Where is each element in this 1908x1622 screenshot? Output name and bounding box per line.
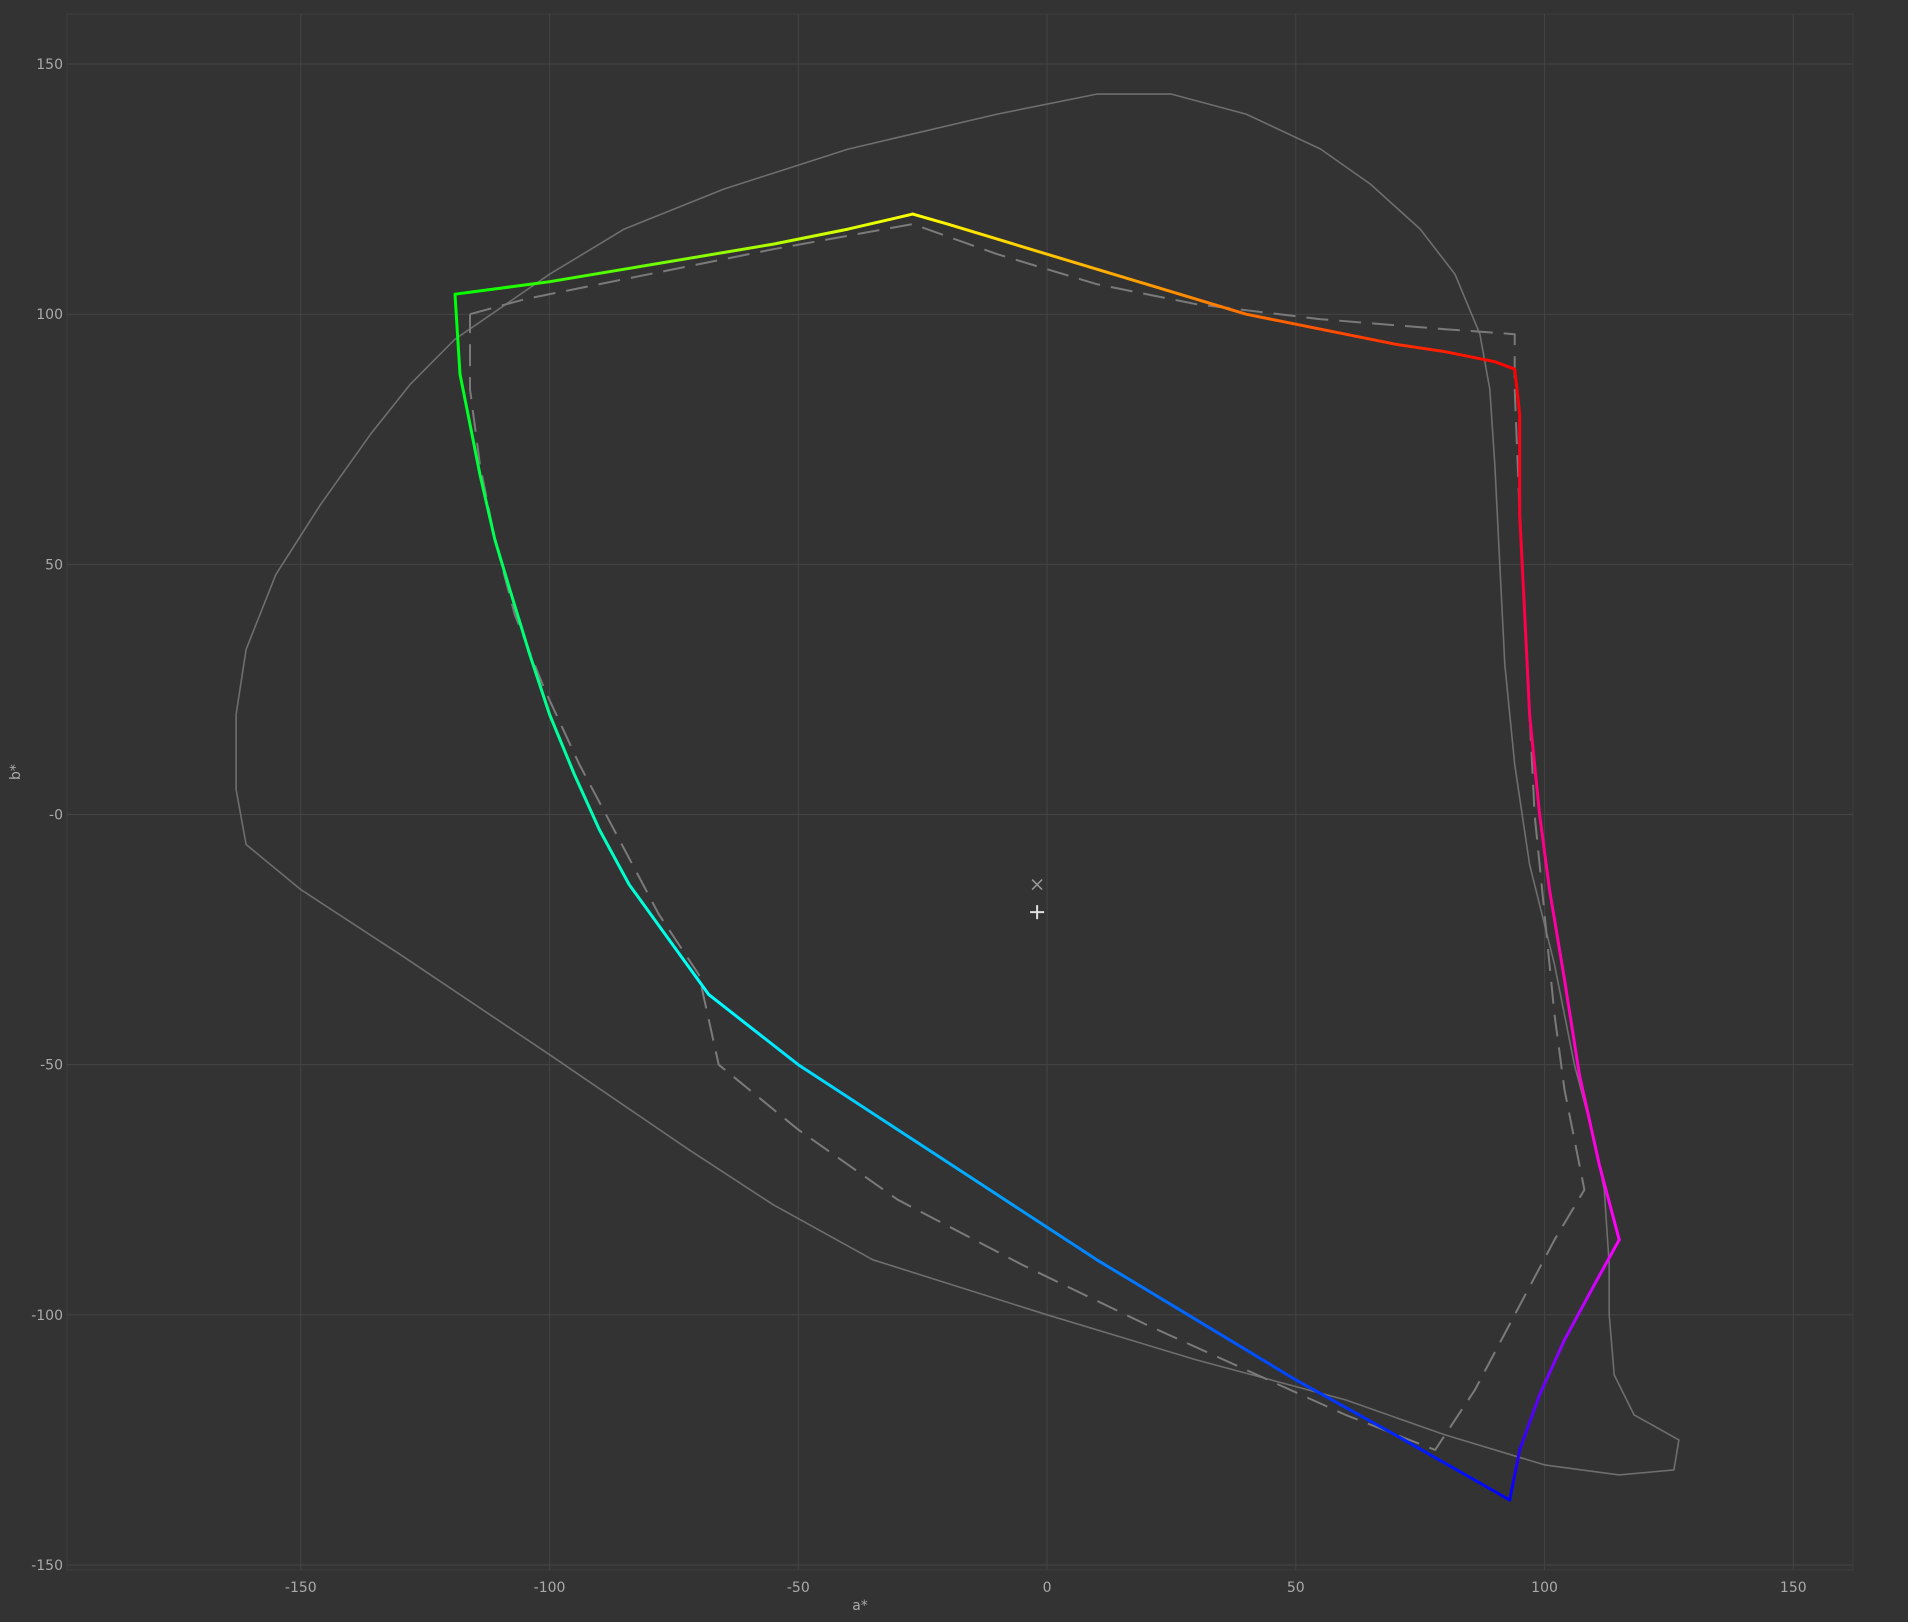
chart: -150 -100 -50 0 50 100 150 150 100 50 -0 -50 -100 -1… <box>0 0 1908 1622</box>
x-tick-label: -50 <box>787 1580 810 1596</box>
y-axis-label: b* <box>8 764 24 780</box>
x-axis-label: a* <box>852 1598 868 1614</box>
x-tick-label: 100 <box>1531 1580 1558 1596</box>
y-tick-label: -150 <box>31 1558 63 1574</box>
x-tick-label: 50 <box>1287 1580 1305 1596</box>
y-tick-label: 150 <box>36 57 63 73</box>
y-tick-label: 50 <box>45 557 63 573</box>
chart-background <box>0 0 1908 1622</box>
x-tick-label: 150 <box>1780 1580 1807 1596</box>
y-tick-label: 100 <box>36 307 63 323</box>
x-tick-label: -100 <box>534 1580 566 1596</box>
x-tick-label: 0 <box>1043 1580 1052 1596</box>
x-tick-label: -150 <box>285 1580 317 1596</box>
y-tick-label: -100 <box>31 1308 63 1324</box>
y-tick-label: -0 <box>49 808 63 824</box>
y-tick-label: -50 <box>40 1058 63 1074</box>
